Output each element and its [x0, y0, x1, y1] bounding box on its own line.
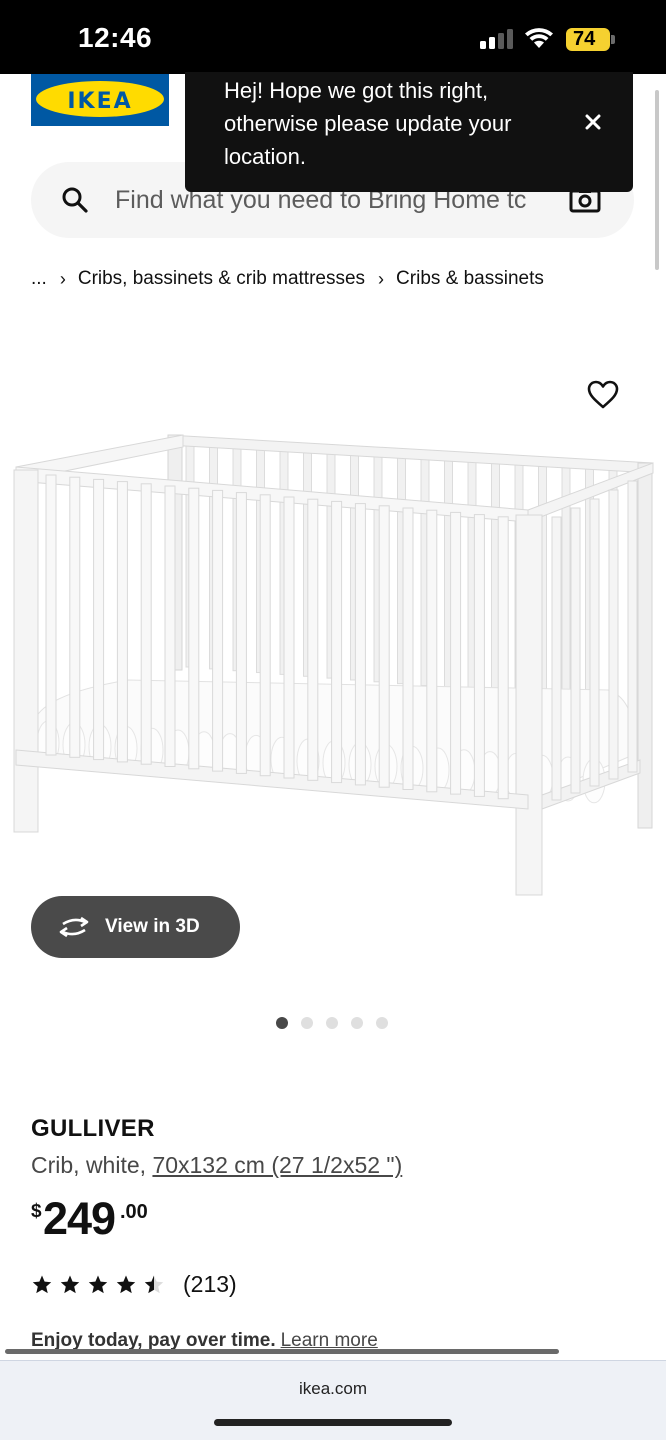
search-icon [62, 187, 88, 213]
product-dimensions-link[interactable]: 70x132 cm (27 1/2x52 ") [152, 1152, 402, 1178]
rating-stars [31, 1274, 165, 1295]
signal-icon [480, 29, 514, 49]
product-rating[interactable]: (213) [31, 1271, 237, 1298]
status-bar: 12:46 74 [0, 0, 666, 74]
price-currency: $ [31, 1201, 42, 1222]
home-indicator [214, 1419, 452, 1426]
gallery-dot[interactable] [276, 1017, 288, 1029]
product-type: Crib, white, [31, 1152, 153, 1178]
breadcrumb-cribs-bassinets-mattresses[interactable]: Cribs, bassinets & crib mattresses [78, 268, 365, 290]
financing-text: Enjoy today, pay over time. [31, 1330, 276, 1351]
ikea-logo[interactable]: IKEA [31, 74, 169, 126]
gallery-dot[interactable] [351, 1017, 363, 1029]
wifi-icon [525, 28, 553, 48]
review-count: (213) [183, 1271, 237, 1297]
star-full-icon [116, 1275, 136, 1294]
gallery-dot[interactable] [301, 1017, 313, 1029]
toast-message: Hej! Hope we got this right, otherwise p… [224, 78, 512, 169]
price-integer: 249 [43, 1193, 116, 1244]
horizontal-scrollbar [5, 1349, 559, 1354]
battery-icon: 74 [566, 28, 610, 51]
breadcrumb: ... › Cribs, bassinets & crib mattresses… [31, 268, 544, 290]
vertical-scrollbar[interactable] [655, 90, 659, 270]
product-description: Crib, white, 70x132 cm (27 1/2x52 ") [31, 1152, 402, 1179]
product-name: GULLIVER [31, 1115, 155, 1142]
logo-oval: IKEA [36, 81, 164, 117]
rotate-3d-icon [59, 916, 89, 938]
breadcrumb-cribs-bassinets[interactable]: Cribs & bassinets [396, 268, 544, 290]
url-text: ikea.com [298, 1379, 368, 1398]
star-full-icon [32, 1275, 52, 1294]
price-decimal: .00 [120, 1201, 148, 1223]
star-full-icon [88, 1275, 108, 1294]
product-image[interactable] [8, 425, 658, 905]
battery-tip [611, 35, 615, 44]
gallery-pagination [276, 1017, 388, 1029]
heart-icon[interactable] [586, 379, 620, 411]
browser-address-bar[interactable]: ikea.com [0, 1360, 666, 1440]
location-toast: Hej! Hope we got this right, otherwise p… [185, 72, 633, 192]
close-icon[interactable] [581, 110, 605, 134]
star-half-icon [144, 1275, 164, 1294]
gallery-dot[interactable] [376, 1017, 388, 1029]
view-in-3d-button[interactable]: View in 3D [31, 896, 240, 958]
learn-more-link[interactable]: Learn more [281, 1330, 378, 1351]
status-time: 12:46 [78, 22, 153, 53]
gallery-dot[interactable] [326, 1017, 338, 1029]
chevron-right-icon: › [59, 268, 66, 289]
star-full-icon [60, 1275, 80, 1294]
chevron-right-icon: › [378, 268, 385, 289]
logo-text: IKEA [67, 89, 133, 114]
breadcrumb-ellipsis[interactable]: ... [31, 268, 47, 290]
view-in-3d-label: View in 3D [105, 916, 200, 937]
